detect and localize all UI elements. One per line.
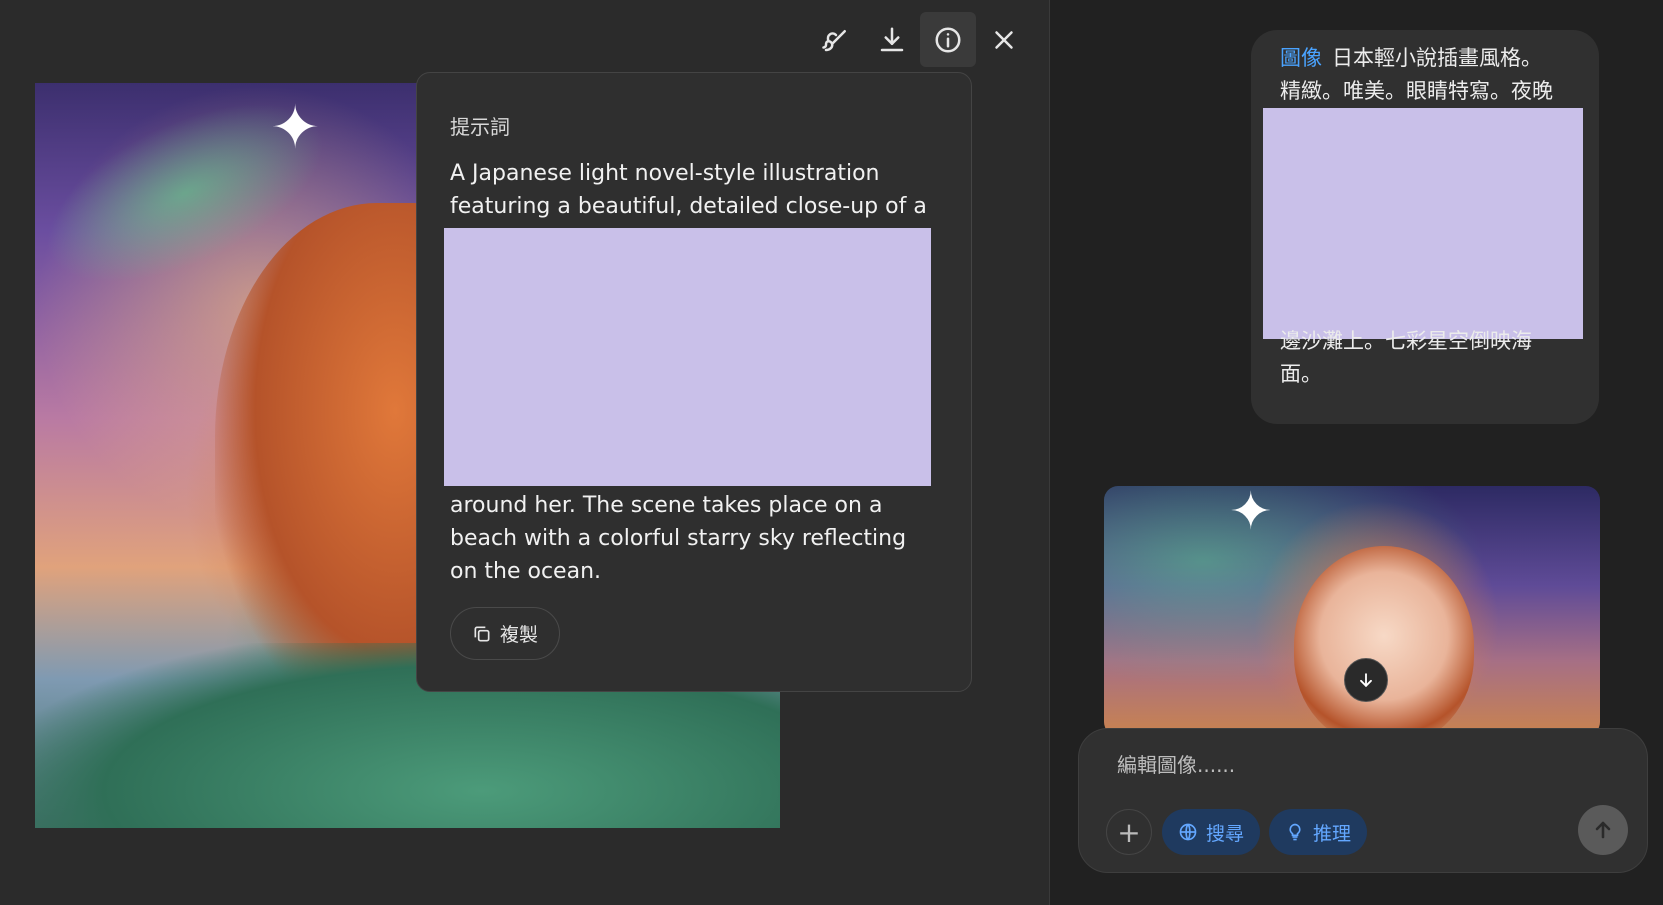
search-button[interactable]: 搜尋 xyxy=(1162,809,1261,855)
globe-icon xyxy=(1179,823,1197,841)
redacted-block xyxy=(1263,108,1583,339)
reason-button[interactable]: 推理 xyxy=(1269,809,1368,855)
star-icon: ✦ xyxy=(270,93,321,163)
arrow-down-icon xyxy=(1360,673,1372,687)
prompt-text-continued: around her. The scene takes place on a b… xyxy=(450,493,907,584)
popover-title: 提示詞 xyxy=(450,115,510,139)
viewer-toolbar xyxy=(808,12,1032,67)
download-button[interactable] xyxy=(864,12,920,67)
edit-image-button[interactable] xyxy=(808,12,864,67)
bubble-line-4: 面。 xyxy=(1280,362,1322,386)
image-tag: 圖像 xyxy=(1280,46,1322,70)
info-button[interactable] xyxy=(920,12,976,67)
arrow-up-icon xyxy=(1595,821,1611,839)
bubble-line-2: 精緻。唯美。眼睛特寫。夜晚 xyxy=(1280,79,1553,103)
info-icon xyxy=(935,27,961,52)
generated-image-thumbnail[interactable]: ✦ xyxy=(1104,486,1600,736)
image-viewer: ✦ 提示詞 A Japanese light novel-style illus… xyxy=(0,0,1049,905)
close-button[interactable] xyxy=(976,12,1032,67)
download-icon xyxy=(880,27,904,51)
send-button[interactable] xyxy=(1578,805,1628,855)
bubble-line-1: 圖像 日本輕小說插畫風格。 xyxy=(1280,46,1542,70)
user-message-bubble: 圖像 日本輕小說插畫風格。 精緻。唯美。眼睛特寫。夜晚 邊沙灘上。七彩星空倒映海 … xyxy=(1251,30,1599,424)
brush-icon xyxy=(822,29,846,51)
lightbulb-icon xyxy=(1289,823,1301,841)
copy-button[interactable]: 複製 xyxy=(450,607,560,660)
composer-input[interactable]: 編輯圖像...... xyxy=(1117,749,1235,778)
prompt-text: A Japanese light novel-style illustratio… xyxy=(450,161,927,219)
copy-label: 複製 xyxy=(499,624,538,646)
close-icon xyxy=(995,30,1013,49)
search-label: 搜尋 xyxy=(1206,822,1245,845)
bubble-line-3: 邊沙灘上。七彩星空倒映海 xyxy=(1280,329,1532,353)
star-icon: ✦ xyxy=(1229,486,1273,542)
scroll-down-button[interactable] xyxy=(1344,658,1388,702)
plus-icon: + xyxy=(1117,815,1141,849)
character-face-shape xyxy=(1294,546,1474,736)
copy-icon xyxy=(474,626,490,641)
prompt-popover: 提示詞 A Japanese light novel-style illustr… xyxy=(416,72,972,692)
redacted-block xyxy=(444,228,931,486)
add-attachment-button[interactable]: + xyxy=(1106,809,1152,855)
message-composer: 編輯圖像...... + 搜尋 推理 xyxy=(1078,728,1648,873)
reason-label: 推理 xyxy=(1313,822,1352,845)
